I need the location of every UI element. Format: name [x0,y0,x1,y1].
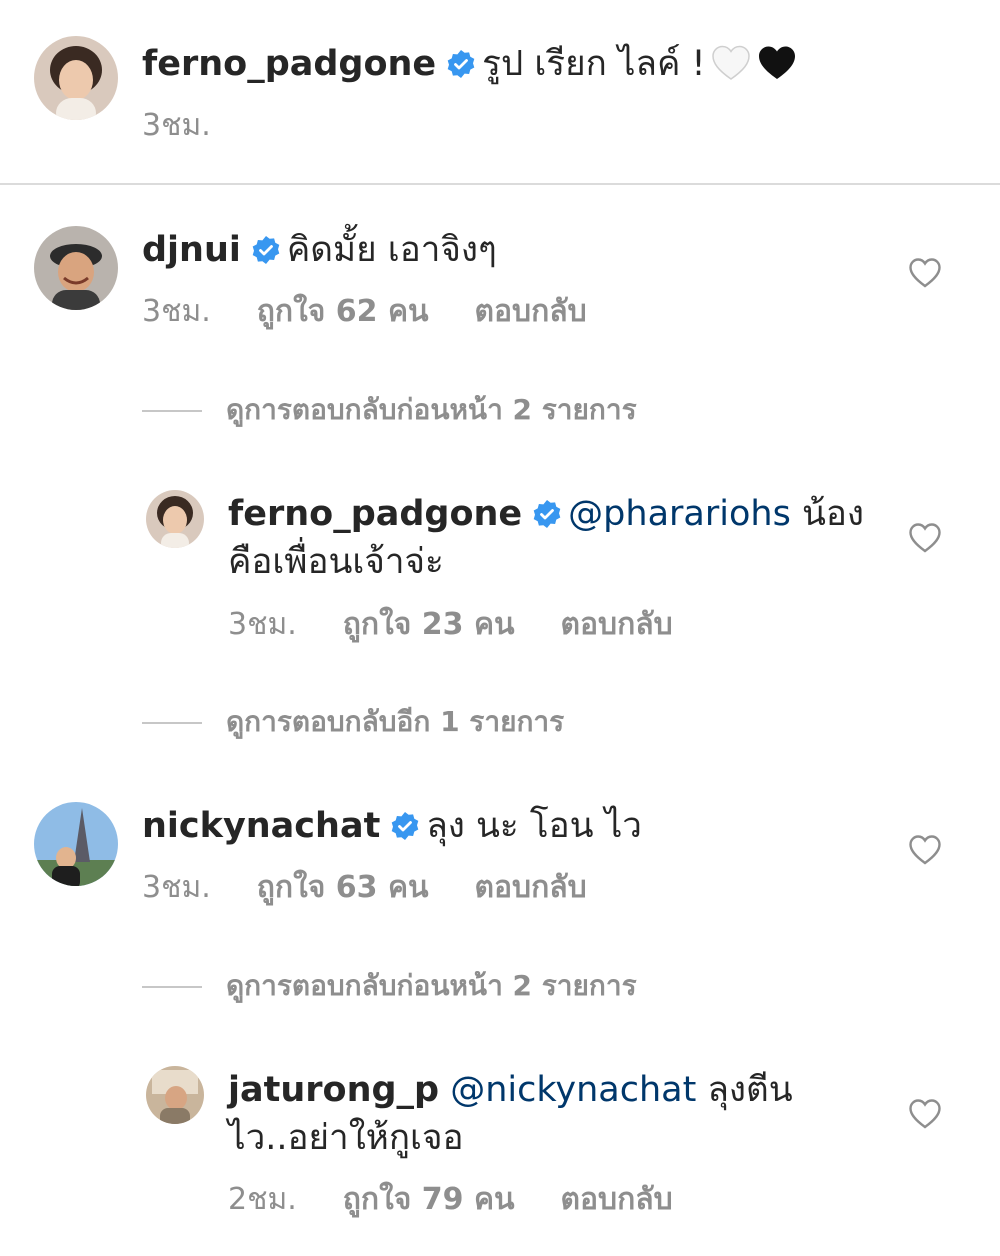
view-replies-label: ดูการตอบกลับก่อนหน้า 2 รายการ [226,969,637,1002]
divider [142,410,202,412]
comment-meta: 3ชม. ถูกใจ 23 คน ตอบกลับ [228,605,673,645]
likes-count[interactable]: ถูกใจ 63 คน [257,868,429,908]
username-link[interactable]: ferno_padgone [142,44,436,84]
mention-link[interactable]: @nickynachat [450,1070,696,1110]
verified-badge-icon [251,235,281,265]
white-heart-icon [710,43,752,83]
timestamp: 3ชม. [142,108,211,143]
reply-button[interactable]: ตอบกลับ [475,292,587,332]
comment-text-line: djnui คิดมั้ย เอาจิงๆ [142,226,497,274]
comments-screen: ferno_padgone รูป เรียก ไลค์ ! 3ชม. djnui… [0,0,1000,1256]
like-heart-icon[interactable] [908,257,942,289]
caption-line: ferno_padgone รูป เรียก ไลค์ ! [142,40,798,88]
comment-text: คิดมั้ย เอาจิงๆ [286,230,497,270]
username-link[interactable]: jaturong_p [228,1070,439,1110]
verified-badge-icon [532,499,562,529]
view-replies-link[interactable]: ดูการตอบกลับอีก 1 รายการ [142,702,564,742]
comment-text: ไว..อย่าให้กูเจอ [228,1118,464,1158]
verified-badge-icon [390,811,420,841]
black-heart-icon [756,43,798,83]
verified-badge-icon [446,49,476,79]
timestamp: 2ชม. [228,1182,297,1217]
like-heart-icon[interactable] [908,522,942,554]
divider [0,183,1000,185]
likes-count[interactable]: ถูกใจ 79 คน [343,1180,515,1220]
view-replies-link[interactable]: ดูการตอบกลับก่อนหน้า 2 รายการ [142,390,637,430]
avatar[interactable] [34,36,118,120]
username-link[interactable]: nickynachat [142,806,380,846]
view-replies-link[interactable]: ดูการตอบกลับก่อนหน้า 2 รายการ [142,966,637,1006]
reply-button[interactable]: ตอบกลับ [561,1180,673,1220]
view-replies-label: ดูการตอบกลับอีก 1 รายการ [226,705,565,738]
comment-text: คือเพื่อนเจ้าจ่ะ [228,542,444,582]
caption-meta: 3ชม. [142,106,257,146]
divider [142,986,202,988]
comment-text: ลุงตีน [696,1070,793,1110]
likes-count[interactable]: ถูกใจ 23 คน [343,605,515,645]
comment-text-line: jaturong_p @nickynachat ลุงตีนไว..อย่าให… [228,1066,868,1162]
avatar[interactable] [34,802,118,886]
mention-link[interactable]: @pharariohs [568,494,791,534]
comment-text-line: ferno_padgone @pharariohs น้องคือเพื่อนเจ… [228,490,868,586]
reply-button[interactable]: ตอบกลับ [561,605,673,645]
reply-button[interactable]: ตอบกลับ [475,868,587,908]
timestamp: 3ชม. [228,607,297,642]
view-replies-label: ดูการตอบกลับก่อนหน้า 2 รายการ [226,393,637,426]
avatar[interactable] [146,1066,204,1124]
comment-meta: 3ชม. ถูกใจ 62 คน ตอบกลับ [142,292,587,332]
divider [142,722,202,724]
comment-meta: 2ชม. ถูกใจ 79 คน ตอบกลับ [228,1180,673,1220]
caption-text: รูป เรียก ไลค์ ! [482,44,706,84]
post-caption: ferno_padgone รูป เรียก ไลค์ ! 3ชม. [0,0,1000,184]
avatar[interactable] [146,490,204,548]
comment-text: ลุง นะ โอน ไว [426,806,642,846]
username-link[interactable]: djnui [142,230,241,270]
likes-count[interactable]: ถูกใจ 62 คน [257,292,429,332]
avatar[interactable] [34,226,118,310]
like-heart-icon[interactable] [908,1098,942,1130]
timestamp: 3ชม. [142,294,211,329]
comment-meta: 3ชม. ถูกใจ 63 คน ตอบกลับ [142,868,587,908]
comment-text: น้อง [790,494,864,534]
like-heart-icon[interactable] [908,834,942,866]
timestamp: 3ชม. [142,870,211,905]
username-link[interactable]: ferno_padgone [228,494,522,534]
comment-text-line: nickynachat ลุง นะ โอน ไว [142,802,642,850]
